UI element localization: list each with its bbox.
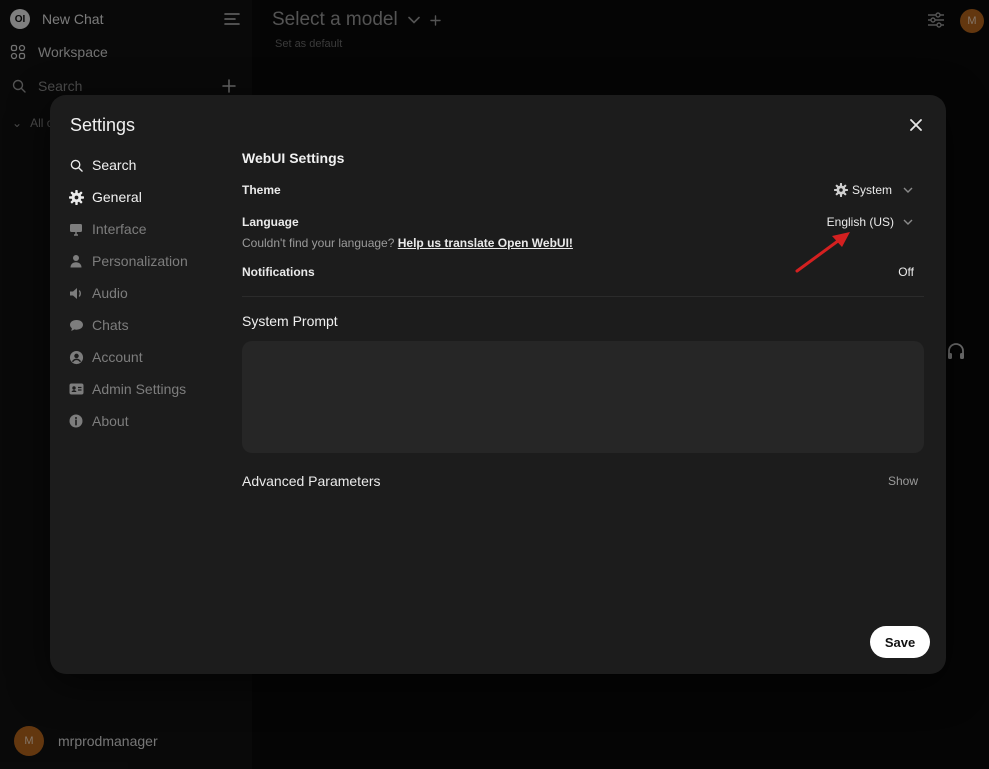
nav-item-personalization[interactable]: Personalization xyxy=(68,245,238,277)
theme-select[interactable]: System xyxy=(833,183,914,197)
speaker-icon xyxy=(68,285,84,301)
webui-settings-heading: WebUI Settings xyxy=(242,150,345,166)
nav-item-label: About xyxy=(92,413,129,429)
settings-nav: Search General Interface Personalization… xyxy=(68,149,238,437)
nav-item-interface[interactable]: Interface xyxy=(68,213,238,245)
chat-bubble-icon xyxy=(68,317,84,333)
nav-item-account[interactable]: Account xyxy=(68,341,238,373)
chevron-down-icon xyxy=(903,187,913,193)
nav-item-search[interactable]: Search xyxy=(68,149,238,181)
theme-row: Theme System xyxy=(242,180,924,200)
nav-item-label: Interface xyxy=(92,221,147,237)
close-icon[interactable] xyxy=(908,117,924,133)
notifications-label: Notifications xyxy=(242,265,315,279)
nav-item-label: Account xyxy=(92,349,143,365)
language-help-text: Couldn't find your language? xyxy=(242,236,395,250)
gear-icon xyxy=(833,183,848,197)
nav-item-general[interactable]: General xyxy=(68,181,238,213)
advanced-parameters-row: Advanced Parameters Show xyxy=(242,471,924,491)
nav-item-label: Admin Settings xyxy=(92,381,187,397)
save-button[interactable]: Save xyxy=(870,626,930,658)
nav-item-label: General xyxy=(92,189,142,205)
nav-item-label: Search xyxy=(92,157,137,173)
divider xyxy=(242,296,924,297)
language-label: Language xyxy=(242,215,299,229)
id-card-icon xyxy=(68,381,84,397)
general-settings-panel: WebUI Settings Theme System Language Eng… xyxy=(242,149,924,491)
advanced-parameters-label: Advanced Parameters xyxy=(242,473,381,489)
account-circle-icon xyxy=(68,349,84,365)
modal-title: Settings xyxy=(70,115,136,135)
system-prompt-heading: System Prompt xyxy=(242,313,338,329)
nav-item-label: Audio xyxy=(92,285,128,301)
notifications-toggle[interactable]: Off xyxy=(898,265,914,279)
theme-value: System xyxy=(851,183,892,197)
nav-item-label: Personalization xyxy=(92,253,188,269)
gear-icon xyxy=(68,189,84,205)
search-icon xyxy=(68,157,84,173)
theme-label: Theme xyxy=(242,183,281,197)
advanced-show-toggle[interactable]: Show xyxy=(888,474,918,488)
annotation-arrow xyxy=(795,232,850,273)
nav-item-label: Chats xyxy=(92,317,129,333)
nav-item-about[interactable]: About xyxy=(68,405,238,437)
info-icon xyxy=(68,413,84,429)
nav-item-admin-settings[interactable]: Admin Settings xyxy=(68,373,238,405)
settings-modal: Settings Search General Interface Person… xyxy=(50,95,946,674)
chevron-down-icon xyxy=(903,219,913,225)
system-prompt-textarea[interactable] xyxy=(242,341,924,453)
nav-item-chats[interactable]: Chats xyxy=(68,309,238,341)
user-icon xyxy=(68,253,84,269)
translate-link[interactable]: Help us translate Open WebUI! xyxy=(398,236,573,250)
nav-item-audio[interactable]: Audio xyxy=(68,277,238,309)
monitor-icon xyxy=(68,221,84,237)
